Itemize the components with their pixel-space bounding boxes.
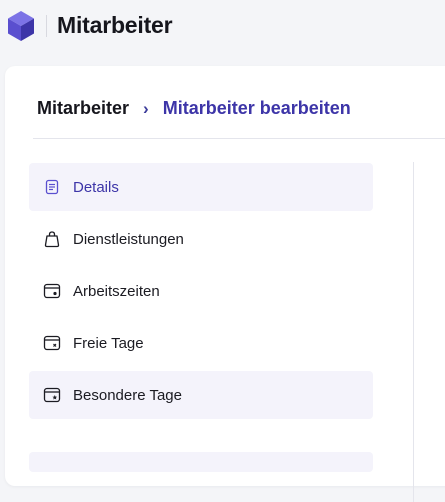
sidebar-item-dienstleistungen[interactable]: Dienstleistungen: [29, 215, 373, 263]
breadcrumb-divider: [33, 138, 445, 139]
shopping-bag-icon: [43, 230, 61, 248]
sidebar-item-label: Dienstleistungen: [73, 230, 184, 248]
sidebar-item-partial[interactable]: [29, 452, 373, 472]
sidebar-nav: Details Dienstleistungen Arbeitszeiten F…: [29, 163, 373, 423]
calendar-star-icon: [43, 386, 61, 404]
sidebar-item-besondere-tage[interactable]: Besondere Tage: [29, 371, 373, 419]
breadcrumb-root-link[interactable]: Mitarbeiter: [37, 98, 129, 119]
sidebar-item-label: Freie Tage: [73, 334, 144, 352]
calendar-clock-icon: [43, 282, 61, 300]
sidebar-item-freie-tage[interactable]: Freie Tage: [29, 319, 373, 367]
header-divider: [46, 15, 47, 37]
chevron-right-icon: ›: [143, 98, 149, 118]
breadcrumb-current: Mitarbeiter bearbeiten: [162, 98, 351, 118]
document-lines-icon: [43, 178, 61, 196]
main-panel: Mitarbeiter › Mitarbeiter bearbeiten Det…: [5, 66, 445, 502]
content-divider: [413, 162, 414, 502]
calendar-x-icon: [43, 334, 61, 352]
page-title: Mitarbeiter: [57, 12, 173, 38]
sidebar-item-details[interactable]: Details: [29, 163, 373, 211]
sidebar-item-label: Besondere Tage: [73, 386, 182, 404]
breadcrumb: Mitarbeiter › Mitarbeiter bearbeiten: [37, 98, 351, 119]
sidebar-item-label: Arbeitszeiten: [73, 282, 160, 300]
top-bar: Mitarbeiter: [0, 0, 445, 56]
sidebar-item-label: Details: [73, 178, 119, 196]
sidebar-item-arbeitszeiten[interactable]: Arbeitszeiten: [29, 267, 373, 315]
app-logo-icon[interactable]: [4, 9, 38, 43]
